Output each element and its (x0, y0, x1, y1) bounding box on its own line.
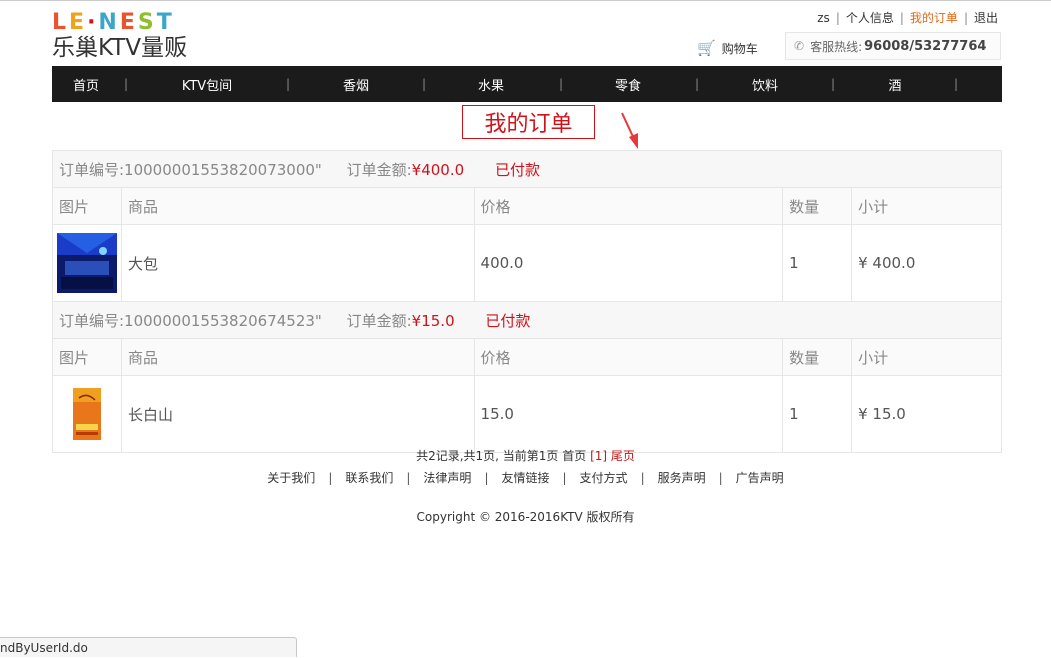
order-amount-label: 订单金额: (346, 311, 412, 330)
product-price: 15.0 (473, 375, 784, 453)
nav-item-cigarettes[interactable]: 香烟 (327, 75, 385, 94)
username-link[interactable]: zs (817, 11, 830, 25)
product-price: 400.0 (473, 224, 784, 302)
product-qty: 1 (782, 375, 853, 453)
nav-item-liquor[interactable]: 酒 (866, 75, 924, 94)
product-name[interactable]: 长白山 (121, 375, 475, 453)
col-qty: 数量 (782, 187, 853, 225)
pager-last-link[interactable]: 尾页 (611, 449, 635, 463)
footer-link-ads[interactable]: 广告声明 (736, 471, 784, 485)
col-product: 商品 (121, 187, 475, 225)
order-amount-label: 订单金额: (346, 160, 412, 179)
footer-link-payment[interactable]: 支付方式 (580, 471, 628, 485)
pager-summary: 共2记录,共1页, 当前第1页 首页 (416, 449, 587, 463)
phone-icon: ✆ (794, 39, 805, 53)
cart-link[interactable]: 🛒 购物车 (697, 39, 758, 57)
order-number: 订单编号:10000001553820674523" (59, 311, 322, 330)
footer-link-service[interactable]: 服务声明 (658, 471, 706, 485)
pagination: 共2记录,共1页, 当前第1页 首页 [1] 尾页 (0, 447, 1051, 464)
cart-icon: 🛒 (697, 39, 716, 57)
hotline-number: 96008/53277764 (864, 38, 987, 54)
col-price: 价格 (473, 187, 784, 225)
footer-link-friends[interactable]: 友情链接 (501, 471, 549, 485)
product-name[interactable]: 大包 (121, 224, 475, 302)
product-qty: 1 (782, 224, 853, 302)
footer-link-contact[interactable]: 联系我们 (345, 471, 393, 485)
order-header-row: 订单编号:10000001553820674523" 订单金额:¥15.0 已付… (52, 301, 1002, 339)
page-title: 我的订单 (462, 105, 595, 139)
order-number: 订单编号:10000001553820073000" (59, 160, 322, 179)
cigarette-pack-image[interactable] (57, 384, 117, 444)
copyright: Copyright © 2016-2016KTV 版权所有 (416, 510, 635, 524)
nav-item-snacks[interactable]: 零食 (599, 75, 657, 94)
top-user-links: zs | 个人信息 | 我的订单 | 退出 (817, 11, 998, 25)
logout-link[interactable]: 退出 (974, 11, 998, 25)
browser-status-bar: ndByUserId.do (0, 637, 297, 657)
order-header-row: 订单编号:10000001553820073000" 订单金额:¥400.0 已… (52, 150, 1002, 188)
col-image: 图片 (52, 187, 122, 225)
order-amount: ¥400.0 (411, 160, 465, 179)
product-subtotal: ¥ 400.0 (851, 224, 1002, 302)
site-logo[interactable]: L E · N E S T 乐巢KTV量贩 (52, 11, 242, 65)
red-arrow-annotation (621, 112, 638, 149)
order-amount: ¥15.0 (411, 311, 455, 330)
orders-table: 订单编号:10000001553820073000" 订单金额:¥400.0 已… (52, 150, 1002, 453)
col-image: 图片 (52, 338, 122, 376)
product-subtotal: ¥ 15.0 (851, 375, 1002, 453)
footer-links: 关于我们 | 联系我们 | 法律声明 | 友情链接 | 支付方式 | 服务声明 | 广告声明 (267, 471, 784, 485)
footer-link-legal[interactable]: 法律声明 (423, 471, 471, 485)
col-price: 价格 (473, 338, 784, 376)
nav-item-fruit[interactable]: 水果 (462, 75, 520, 94)
hotline-label: 客服热线: (810, 39, 863, 54)
profile-link[interactable]: 个人信息 (846, 11, 894, 25)
logo-wordmark: L E · N E S T (52, 10, 173, 35)
order-status: 已付款 (494, 160, 540, 179)
footer-link-about[interactable]: 关于我们 (267, 471, 315, 485)
col-subtotal: 小计 (851, 187, 1002, 225)
hotline-box: ✆ 客服热线: 96008/53277764 (785, 32, 1001, 60)
table-row: 长白山 15.0 1 ¥ 15.0 (52, 375, 1002, 453)
col-product: 商品 (121, 338, 475, 376)
nav-item-drinks[interactable]: 饮料 (736, 75, 794, 94)
ktv-room-image[interactable] (57, 233, 117, 293)
cart-label: 购物车 (721, 41, 758, 56)
col-qty: 数量 (782, 338, 853, 376)
col-subtotal: 小计 (851, 338, 1002, 376)
table-row: 大包 400.0 1 ¥ 400.0 (52, 224, 1002, 302)
nav-item-ktv-rooms[interactable]: KTV包间 (162, 75, 252, 94)
nav-item-home[interactable]: 首页 (58, 75, 114, 94)
pager-current-page[interactable]: [1] (590, 449, 607, 463)
column-header-row: 图片 商品 价格 数量 小计 (52, 187, 1002, 225)
main-nav: 首页 | KTV包间 | 香烟 | 水果 | 零食 | 饮料 | 酒 | (52, 66, 1002, 102)
column-header-row: 图片 商品 价格 数量 小计 (52, 338, 1002, 376)
logo-text: 乐巢KTV量贩 (52, 35, 188, 61)
my-orders-link[interactable]: 我的订单 (910, 11, 958, 25)
order-status: 已付款 (485, 311, 531, 330)
